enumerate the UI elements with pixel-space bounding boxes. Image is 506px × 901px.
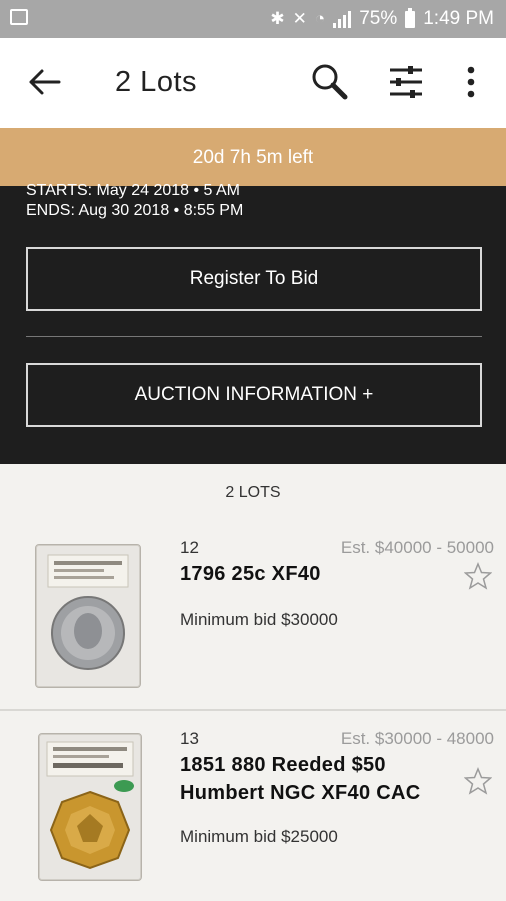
lots-count: 2 LOTS bbox=[225, 484, 281, 501]
lot-item[interactable]: 13 Est. $30000 - 48000 1851 880 Reeded $… bbox=[0, 711, 506, 901]
lot-estimate: Est. $40000 - 50000 bbox=[340, 538, 494, 557]
star-icon[interactable] bbox=[464, 562, 492, 590]
lot-estimate: Est. $30000 - 48000 bbox=[340, 729, 494, 748]
image-icon bbox=[10, 9, 28, 25]
battery-icon bbox=[405, 7, 416, 28]
lot-title: 1851 880 Reeded $50 Humbert NGC XF40 CAC bbox=[180, 754, 421, 804]
lot-number: 13 bbox=[180, 729, 199, 748]
auction-start-date: STARTS: May 24 2018 • 5 AM bbox=[26, 182, 240, 199]
signal-icon bbox=[333, 10, 352, 28]
coin-image bbox=[35, 544, 141, 688]
mute-icon: ✕ bbox=[292, 9, 307, 28]
lot-number: 12 bbox=[180, 538, 199, 557]
search-icon[interactable] bbox=[310, 62, 350, 102]
star-icon[interactable] bbox=[464, 767, 492, 795]
battery-percent: 75% bbox=[359, 8, 398, 29]
coin-image bbox=[38, 733, 142, 881]
wifi-icon: ◔ bbox=[314, 9, 326, 28]
auction-information-button[interactable]: AUCTION INFORMATION + bbox=[26, 363, 482, 427]
status-bar: ✱ ✕ ◔ 75% 1:49 PM bbox=[0, 0, 506, 38]
lot-minimum-bid: Minimum bid $30000 bbox=[180, 610, 338, 629]
lot-minimum-bid: Minimum bid $25000 bbox=[180, 827, 338, 846]
lot-item[interactable]: 12 Est. $40000 - 50000 1796 25c XF40 Min… bbox=[0, 520, 506, 710]
more-vert-icon[interactable] bbox=[451, 62, 491, 102]
auction-end-date: ENDS: Aug 30 2018 • 8:55 PM bbox=[26, 202, 244, 219]
clock: 1:49 PM bbox=[423, 8, 494, 29]
bluetooth-icon: ✱ bbox=[270, 9, 285, 28]
time-left-banner: 20d 7h 5m left bbox=[0, 128, 506, 186]
filter-icon[interactable] bbox=[386, 62, 426, 102]
page-title: 2 Lots bbox=[115, 66, 197, 98]
app-bar: 2 Lots bbox=[0, 38, 506, 128]
register-to-bid-button[interactable]: Register To Bid bbox=[26, 247, 482, 311]
divider bbox=[26, 336, 482, 337]
auction-panel: STARTS: May 24 2018 • 5 AM ENDS: Aug 30 … bbox=[0, 182, 506, 464]
back-arrow-icon[interactable] bbox=[28, 68, 62, 96]
lot-title: 1796 25c XF40 bbox=[180, 563, 321, 585]
